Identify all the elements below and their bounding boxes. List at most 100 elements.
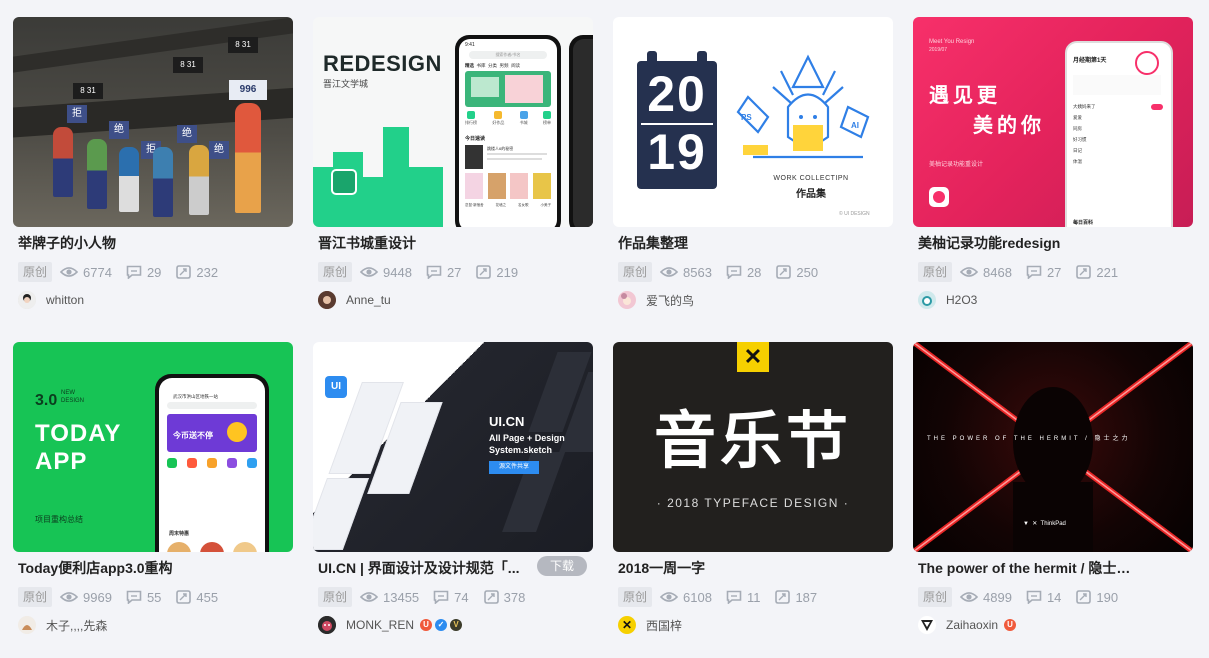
sign-refuse: 绝 (209, 141, 229, 159)
work-thumbnail[interactable]: 3.0 NEW DESIGN TODAY APP 项目重构总结 武汉市洪山区地铁… (13, 342, 293, 552)
work-title[interactable]: 作品集整理 (618, 233, 888, 253)
redesign-heading: REDESIGN (323, 51, 442, 76)
author[interactable]: H2O3 (913, 289, 1193, 311)
figure (235, 103, 261, 213)
year-top: 20 (647, 66, 707, 122)
work-stats: 原创 13455 74 378 (313, 586, 593, 608)
work-thumbnail[interactable]: THE POWER OF THE HERMIT / 隐士之力 ▼ ✕ Think… (913, 342, 1193, 552)
thumb-foot: 项目重构总结 (35, 515, 83, 524)
avatar[interactable] (318, 616, 336, 634)
comment-count: 28 (746, 264, 762, 280)
phone-search: 搜索作者/书名 (469, 51, 547, 59)
placard: 8 31 (73, 83, 103, 99)
avatar[interactable] (318, 291, 336, 309)
phone-section: 周末特惠 (169, 531, 190, 537)
author-name[interactable]: whitton (46, 293, 84, 307)
author[interactable]: 爱飞的鸟 (613, 289, 893, 311)
eye-icon (960, 267, 979, 277)
author-name[interactable]: 西国梓 (646, 617, 682, 634)
phone-banner: 今币送不停 (167, 414, 257, 452)
like-icon (176, 265, 192, 279)
thumb-line2: System.sketch (489, 445, 553, 455)
author[interactable]: MONK_REN U ✓ V (313, 614, 593, 636)
download-badge[interactable]: 下载 (537, 556, 587, 576)
avatar[interactable]: ✕ (618, 616, 636, 634)
author-name[interactable]: H2O3 (946, 293, 977, 307)
author[interactable]: Anne_tu (313, 289, 593, 311)
calendar-ring (647, 51, 657, 67)
eye-icon (360, 592, 379, 602)
author[interactable]: ✕ 西国梓 (613, 614, 893, 636)
author[interactable]: Zaihaoxin U (913, 614, 1193, 636)
like-count: 190 (1096, 589, 1119, 605)
work-title[interactable]: UI.CN | 界面设计及设计规范「... (318, 558, 523, 578)
like-count: 455 (196, 589, 219, 605)
phone-books (465, 173, 551, 199)
phone-section: 今日速读 (465, 136, 486, 142)
view-count: 6108 (683, 589, 712, 605)
work-thumbnail[interactable]: 8 31 8 31 8 31 996 拒 绝 拒 绝 绝 (13, 17, 293, 227)
avatar-face-icon (318, 291, 336, 309)
phone-tabs: 精选 书库 分类 男频 阅读 (465, 63, 521, 68)
comment-icon (126, 590, 142, 604)
view-count: 6774 (83, 264, 112, 280)
view-count: 4899 (983, 589, 1012, 605)
version-sub: NEW DESIGN (61, 390, 85, 404)
like-count: 187 (795, 589, 818, 605)
original-tag: 原创 (18, 262, 53, 282)
work-thumbnail[interactable]: UI UI.CN All Page + Design System.sketch… (313, 342, 593, 552)
comment-count: 11 (746, 589, 761, 605)
like-icon (176, 590, 192, 604)
figure (119, 147, 139, 212)
sign-refuse: 拒 (67, 105, 87, 123)
author-name[interactable]: Zaihaoxin (946, 618, 998, 632)
avatar[interactable] (918, 291, 936, 309)
avatar[interactable] (918, 616, 936, 634)
caption-cn: 作品集 (796, 189, 826, 200)
author-name[interactable]: MONK_REN (346, 618, 414, 632)
work-title[interactable]: 举牌子的小人物 (18, 233, 288, 253)
avatar[interactable] (18, 291, 36, 309)
work-title[interactable]: The power of the hermit / 隐士之力 (918, 558, 1136, 578)
work-stats: 原创 9448 27 219 (313, 261, 593, 283)
work-thumbnail[interactable]: 20 19 PS AI WORK COLLECTIPN 作品集 © UI DES… (613, 17, 893, 227)
author-name[interactable]: Anne_tu (346, 293, 391, 307)
figure (87, 139, 107, 209)
eye-icon (60, 267, 79, 277)
author-name[interactable]: 木子,,,,先森 (46, 617, 107, 634)
author[interactable]: whitton (13, 289, 293, 311)
app-logo-icon (331, 169, 357, 195)
phone-category-icons (167, 458, 257, 468)
work-title[interactable]: 2018一周一字 (618, 558, 888, 578)
like-icon (1076, 590, 1092, 604)
x-logo-icon: ✕ (737, 342, 769, 372)
avatar[interactable] (18, 616, 36, 634)
phone-book-titles: 恋鼠·新宿舍 花墙之 名女歌 小美子 (465, 203, 551, 207)
thumb-heading: UI.CN (489, 414, 525, 429)
work-thumbnail[interactable]: Meet You Resign 2019/07 遇见更 美的你 美柚记录功能重设… (913, 17, 1193, 227)
author[interactable]: 木子,,,,先森 (13, 614, 293, 636)
original-tag: 原创 (918, 587, 953, 607)
work-title[interactable]: Today便利店app3.0重构 (18, 558, 288, 578)
like-icon (775, 590, 791, 604)
work-stats: 原创 8563 28 250 (613, 261, 893, 283)
phone-mockup: 月经期第1天 大姨妈来了 爱爱 同房 好习惯 日记 体温 每日百科 (1065, 41, 1173, 227)
verified-icon: ✓ (435, 619, 448, 631)
comment-icon (433, 590, 449, 604)
work-card: 20 19 PS AI WORK COLLECTIPN 作品集 © UI DES… (613, 17, 893, 311)
work-thumbnail[interactable]: ✕ 音乐节 · 2018 TYPEFACE DESIGN · (613, 342, 893, 552)
comment-icon (1026, 590, 1042, 604)
phone-foot: 每日百科 (1073, 220, 1094, 226)
calendar-block: 20 19 (637, 61, 717, 189)
avatar[interactable] (618, 291, 636, 309)
work-thumbnail[interactable]: REDESIGN 晋江文学城 9:41 搜索作者/书名 精选 书库 分类 男频 … (313, 17, 593, 227)
work-title[interactable]: 晋江书城重设计 (318, 233, 588, 253)
caption-en: WORK COLLECTIPN (773, 175, 849, 182)
thumb-top-text: Meet You Resign (929, 39, 975, 45)
app-title-line1: TODAY (35, 420, 122, 447)
work-card: ✕ 音乐节 · 2018 TYPEFACE DESIGN · 2018一周一字 … (613, 342, 893, 636)
author-name[interactable]: 爱飞的鸟 (646, 292, 694, 309)
work-card: Meet You Resign 2019/07 遇见更 美的你 美柚记录功能重设… (913, 17, 1193, 311)
work-title[interactable]: 美柚记录功能redesign (918, 233, 1188, 253)
phone-text: 跳楼人6的秘密 (487, 146, 514, 151)
